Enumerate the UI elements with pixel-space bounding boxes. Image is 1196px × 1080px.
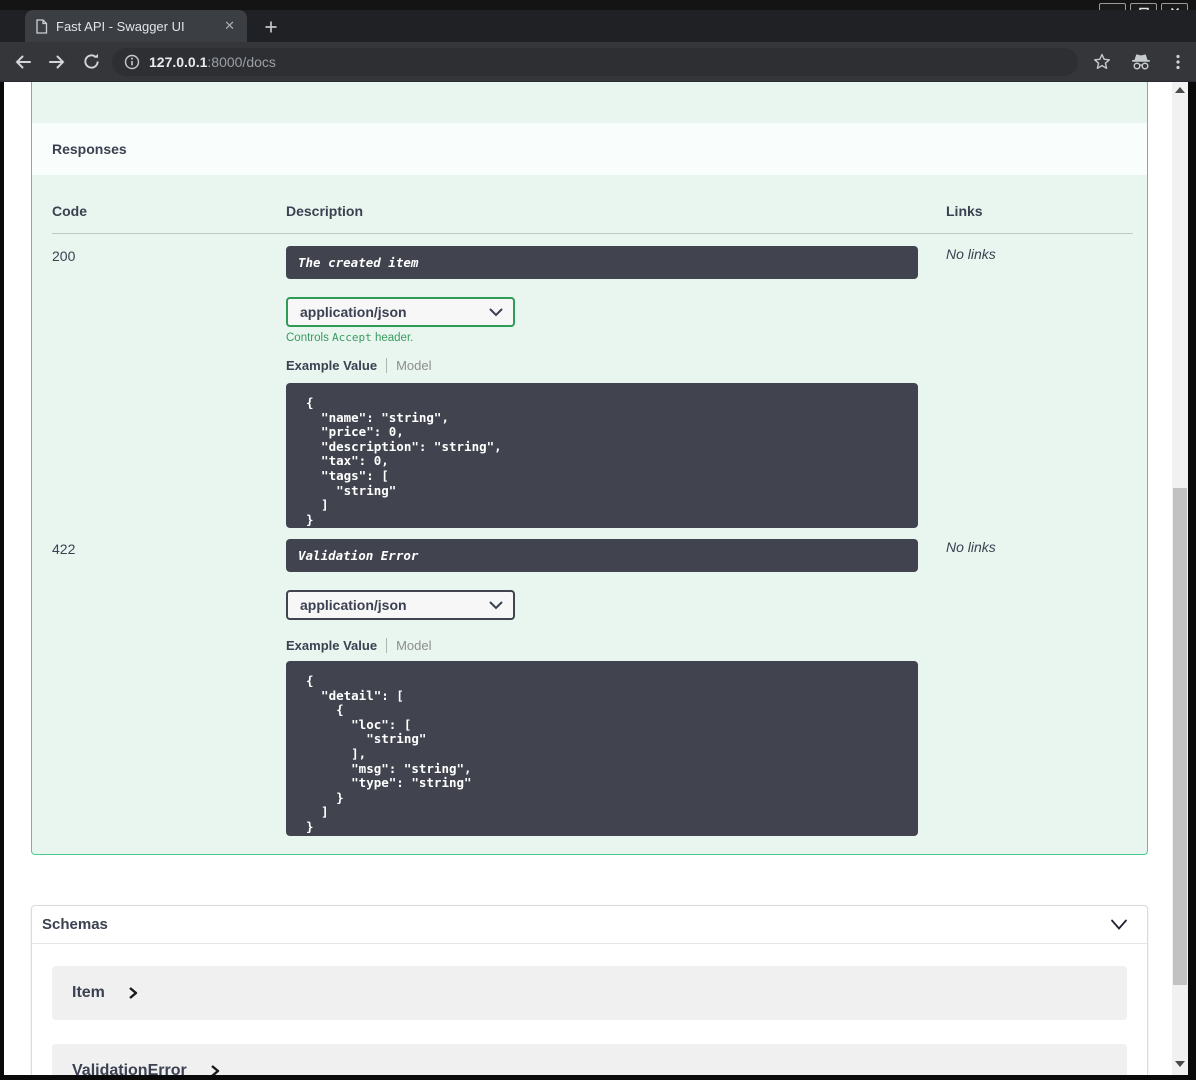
plus-icon: [265, 21, 277, 33]
schemas-title: Schemas: [42, 916, 108, 933]
tab-strip: Fast API - Swagger UI ✕: [0, 10, 1196, 42]
browser-toolbar: 127.0.0.1:8000/docs: [0, 42, 1196, 82]
responses-title: Responses: [52, 141, 127, 157]
response-description-text: The created item: [298, 255, 419, 270]
table-header-divider: [52, 233, 1133, 234]
tab-example-value[interactable]: Example Value: [286, 638, 377, 653]
tab-model[interactable]: Model: [396, 358, 431, 373]
url-path: :8000/docs: [207, 54, 276, 70]
links-value-422: No links: [946, 539, 996, 555]
model-name: ValidationError: [72, 1062, 187, 1075]
model-name: Item: [72, 984, 105, 1001]
example-json-422: { "detail": [ { "loc": [ "string" ], "ms…: [286, 661, 918, 836]
scroll-up-icon[interactable]: [1175, 87, 1185, 93]
example-model-tabs-422: Example Value Model: [286, 638, 431, 653]
menu-dots-icon[interactable]: [1170, 53, 1186, 71]
new-tab-button[interactable]: [260, 16, 282, 38]
chevron-down-icon[interactable]: [1109, 918, 1129, 932]
model-validationerror[interactable]: ValidationError: [52, 1044, 1127, 1075]
media-type-value: application/json: [300, 304, 407, 320]
incognito-icon: [1132, 54, 1150, 70]
forward-icon: [49, 55, 65, 68]
schemas-section: Schemas Item ValidationError: [31, 905, 1148, 1075]
chevron-right-icon: [210, 1065, 219, 1075]
reload-button[interactable]: [76, 47, 106, 77]
chevron-down-icon: [489, 601, 503, 609]
tab-example-value[interactable]: Example Value: [286, 358, 377, 373]
tab-separator: [386, 358, 388, 373]
url-host: 127.0.0.1: [149, 54, 208, 70]
media-type-select-422[interactable]: application/json: [286, 590, 515, 620]
column-header-description: Description: [286, 203, 364, 219]
url-text: 127.0.0.1:8000/docs: [149, 54, 276, 70]
example-json-200: { "name": "string", "price": 0, "descrip…: [286, 383, 918, 528]
back-icon: [15, 55, 31, 68]
window-titlebar: [0, 0, 1196, 10]
accept-note-suffix: header.: [371, 332, 414, 344]
toolbar-right-icons: [1092, 48, 1186, 76]
browser-tab[interactable]: Fast API - Swagger UI ✕: [25, 10, 247, 42]
response-description-text: Validation Error: [298, 548, 419, 563]
swagger-page: Responses Code Description Links 200 The…: [4, 82, 1172, 1075]
media-type-value: application/json: [300, 597, 407, 613]
schemas-body: Item ValidationError: [32, 944, 1147, 1075]
tab-separator: [386, 638, 388, 653]
accept-note-prefix: Controls: [286, 332, 333, 344]
info-icon: [124, 54, 140, 70]
tab-title: Fast API - Swagger UI: [56, 18, 185, 34]
chevron-right-icon: [129, 987, 138, 999]
scrollbar-thumb[interactable]: [1173, 488, 1187, 985]
page-scrollbar[interactable]: [1172, 82, 1188, 1075]
model-item[interactable]: Item: [52, 966, 1127, 1020]
schemas-header[interactable]: Schemas: [32, 906, 1147, 944]
back-button[interactable]: [8, 47, 38, 77]
scroll-down-icon[interactable]: [1175, 1061, 1185, 1067]
accept-header-note: Controls Accept header.: [286, 331, 413, 344]
example-model-tabs-200: Example Value Model: [286, 358, 431, 373]
column-header-links: Links: [946, 203, 983, 219]
response-code-422: 422: [52, 541, 76, 557]
column-header-code: Code: [52, 203, 87, 219]
document-icon: [36, 18, 48, 34]
star-icon[interactable]: [1092, 52, 1112, 72]
media-type-select-200[interactable]: application/json: [286, 297, 515, 327]
response-description-200: The created item: [286, 246, 918, 279]
tab-model[interactable]: Model: [396, 638, 431, 653]
response-description-422: Validation Error: [286, 539, 918, 572]
close-tab-button[interactable]: ✕: [222, 18, 237, 34]
reload-icon: [83, 53, 99, 69]
response-code-200: 200: [52, 248, 76, 264]
address-bar[interactable]: 127.0.0.1:8000/docs: [112, 48, 1078, 76]
operation-block: Responses Code Description Links 200 The…: [31, 82, 1148, 855]
accept-note-code: Accept: [332, 331, 372, 344]
chevron-down-icon: [489, 308, 503, 316]
responses-section-header: Responses: [32, 123, 1147, 175]
links-value-200: No links: [946, 246, 996, 262]
forward-button[interactable]: [42, 47, 72, 77]
